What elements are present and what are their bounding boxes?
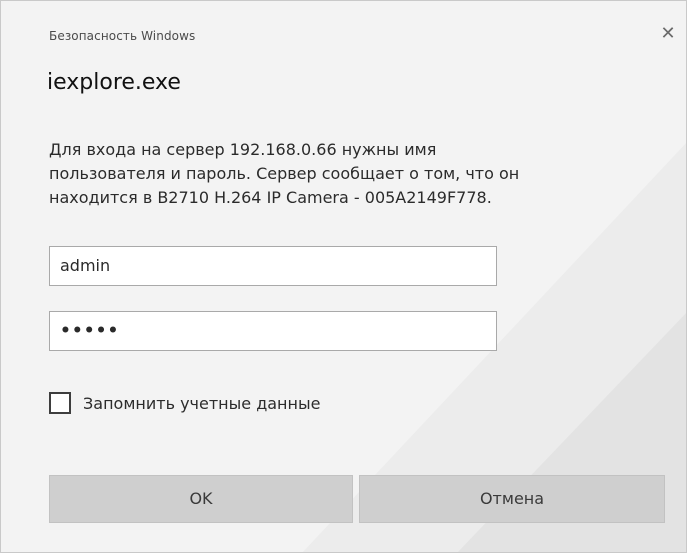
remember-credentials-checkbox[interactable]: Запомнить учетные данные — [49, 389, 320, 417]
windows-security-dialog: Безопасность Windows ✕ iexplore.exe Для … — [0, 0, 687, 553]
message-line: находится в B2710 H.264 IP Camera - 005A… — [49, 188, 492, 207]
app-name: iexplore.exe — [47, 70, 181, 95]
window-caption: Безопасность Windows — [49, 29, 196, 43]
credentials-message: Для входа на сервер 192.168.0.66 нужны и… — [49, 138, 649, 210]
checkbox-box[interactable] — [49, 392, 71, 414]
close-icon: ✕ — [660, 23, 676, 44]
close-button[interactable]: ✕ — [657, 23, 679, 45]
message-line: Для входа на сервер 192.168.0.66 нужны и… — [49, 140, 437, 159]
ok-button[interactable]: OK — [49, 475, 353, 523]
username-field[interactable]: admin — [49, 246, 497, 286]
message-line: пользователя и пароль. Сервер сообщает о… — [49, 164, 520, 183]
remember-credentials-label: Запомнить учетные данные — [83, 393, 321, 413]
cancel-button[interactable]: Отмена — [359, 475, 665, 523]
password-field[interactable]: ••••• — [49, 311, 497, 351]
